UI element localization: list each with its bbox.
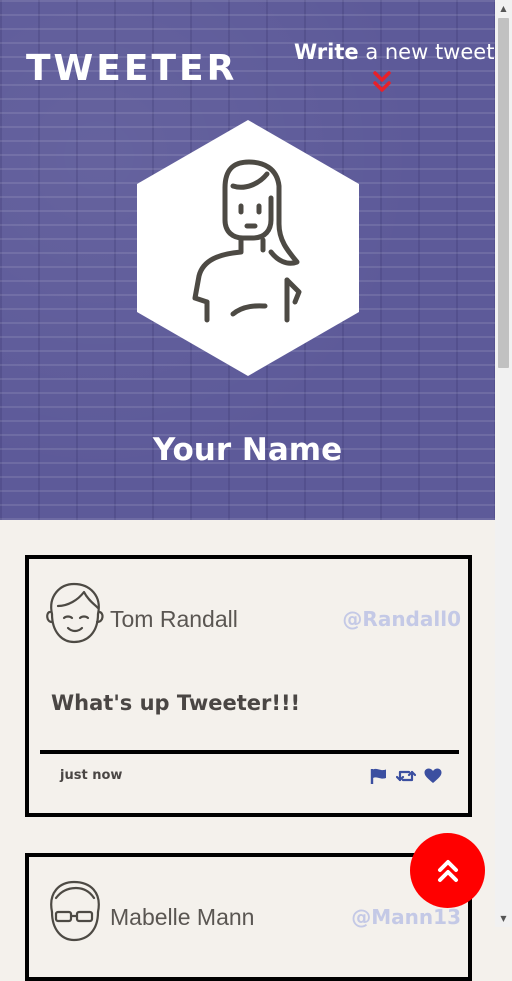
profile-name: Your Name bbox=[152, 432, 343, 468]
write-strong-label: Write bbox=[294, 40, 359, 64]
scrollbar-thumb[interactable] bbox=[498, 18, 509, 368]
scroll-up-arrow-icon[interactable]: ▲ bbox=[495, 0, 512, 17]
tweet-author-handle[interactable]: @Randall0 bbox=[342, 607, 461, 631]
tweet-card: Tom Randall @Randall0 What's up Tweeter!… bbox=[25, 555, 472, 817]
retweet-icon[interactable] bbox=[396, 768, 416, 784]
tweet-divider bbox=[40, 750, 459, 754]
tweet-actions bbox=[370, 768, 442, 784]
flag-icon[interactable] bbox=[370, 768, 388, 784]
profile-avatar-icon bbox=[137, 120, 359, 376]
double-chevron-up-icon bbox=[437, 859, 458, 882]
tweet-card: Mabelle Mann @Mann13 bbox=[25, 853, 472, 981]
scroll-to-top-button[interactable] bbox=[410, 833, 485, 908]
tweet-timestamp: just now bbox=[60, 768, 123, 783]
profile-header: TWEETER Write a new tweet Your Name bbox=[0, 0, 495, 520]
tweet-author-name[interactable]: Tom Randall bbox=[110, 606, 238, 633]
page-scrollbar[interactable]: ▲ ▼ bbox=[495, 0, 512, 927]
tweet-content: What's up Tweeter!!! bbox=[51, 691, 301, 715]
brand-logo[interactable]: TWEETER bbox=[26, 48, 237, 89]
write-rest-label: a new tweet bbox=[358, 40, 495, 64]
heart-icon[interactable] bbox=[424, 768, 442, 784]
boy-avatar-icon bbox=[46, 582, 104, 644]
scroll-down-arrow-icon[interactable]: ▼ bbox=[495, 910, 512, 927]
double-chevron-down-icon[interactable] bbox=[372, 70, 392, 94]
write-new-tweet-link[interactable]: Write a new tweet bbox=[294, 40, 494, 64]
girl-glasses-avatar-icon bbox=[50, 880, 100, 942]
tweet-author-handle[interactable]: @Mann13 bbox=[351, 905, 461, 929]
